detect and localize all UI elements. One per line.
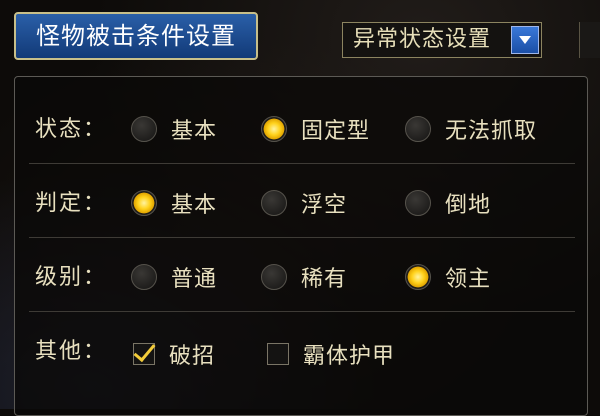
judge-label: 判定： (35, 191, 108, 216)
radio-button[interactable] (405, 190, 431, 216)
radio-button[interactable] (131, 264, 157, 290)
option-label: 无法抓取 (445, 119, 538, 144)
radio-button[interactable] (261, 264, 287, 290)
state-label: 状态： (35, 117, 108, 142)
option-label: 基本 (171, 193, 218, 218)
level-row: 级别： 普通 稀有 领主 (35, 255, 575, 295)
radio-button[interactable] (405, 116, 431, 142)
chevron-down-icon[interactable] (511, 26, 539, 54)
radio-button[interactable] (261, 190, 287, 216)
checkbox[interactable] (267, 343, 289, 365)
option-label: 稀有 (301, 267, 348, 292)
level-option-rare[interactable]: 稀有 (261, 261, 347, 293)
option-label: 普通 (171, 267, 218, 292)
side-panel-edge (579, 22, 600, 58)
state-option-basic[interactable]: 基本 (131, 113, 217, 145)
divider (29, 311, 575, 312)
option-label: 霸体护甲 (303, 344, 396, 369)
level-option-normal[interactable]: 普通 (131, 261, 217, 293)
level-label: 级别： (35, 265, 108, 290)
state-option-ungrabbable[interactable]: 无法抓取 (405, 113, 537, 145)
option-label: 领主 (445, 267, 492, 292)
divider (29, 163, 575, 164)
condition-settings-panel: 状态： 基本 固定型 无法抓取 判定： 基本 浮空 倒地 级别： 普通 稀有 领… (14, 76, 588, 416)
option-label: 倒地 (445, 193, 492, 218)
abnormal-status-select[interactable]: 异常状态设置 (342, 22, 542, 58)
option-label: 浮空 (301, 193, 348, 218)
state-option-fixed[interactable]: 固定型 (261, 113, 370, 145)
other-option-break[interactable]: 破招 (133, 338, 215, 370)
judge-row: 判定： 基本 浮空 倒地 (35, 181, 575, 221)
judge-option-airborne[interactable]: 浮空 (261, 187, 347, 219)
option-label: 基本 (171, 119, 218, 144)
judge-option-knockdown[interactable]: 倒地 (405, 187, 491, 219)
abnormal-status-select-value: 异常状态设置 (353, 27, 492, 52)
other-row: 其他： 破招 霸体护甲 (35, 329, 575, 369)
other-label: 其他： (35, 339, 108, 364)
other-option-super-armor[interactable]: 霸体护甲 (267, 338, 395, 370)
divider (29, 237, 575, 238)
radio-button-selected[interactable] (405, 264, 431, 290)
radio-button-selected[interactable] (131, 190, 157, 216)
level-option-lord[interactable]: 领主 (405, 261, 491, 293)
option-label: 破招 (169, 344, 216, 369)
judge-option-basic[interactable]: 基本 (131, 187, 217, 219)
state-row: 状态： 基本 固定型 无法抓取 (35, 107, 575, 147)
option-label: 固定型 (301, 119, 371, 144)
checkbox-checked[interactable] (133, 343, 155, 365)
radio-button-selected[interactable] (261, 116, 287, 142)
radio-button[interactable] (131, 116, 157, 142)
monster-hit-condition-tab[interactable]: 怪物被击条件设置 (14, 12, 258, 60)
